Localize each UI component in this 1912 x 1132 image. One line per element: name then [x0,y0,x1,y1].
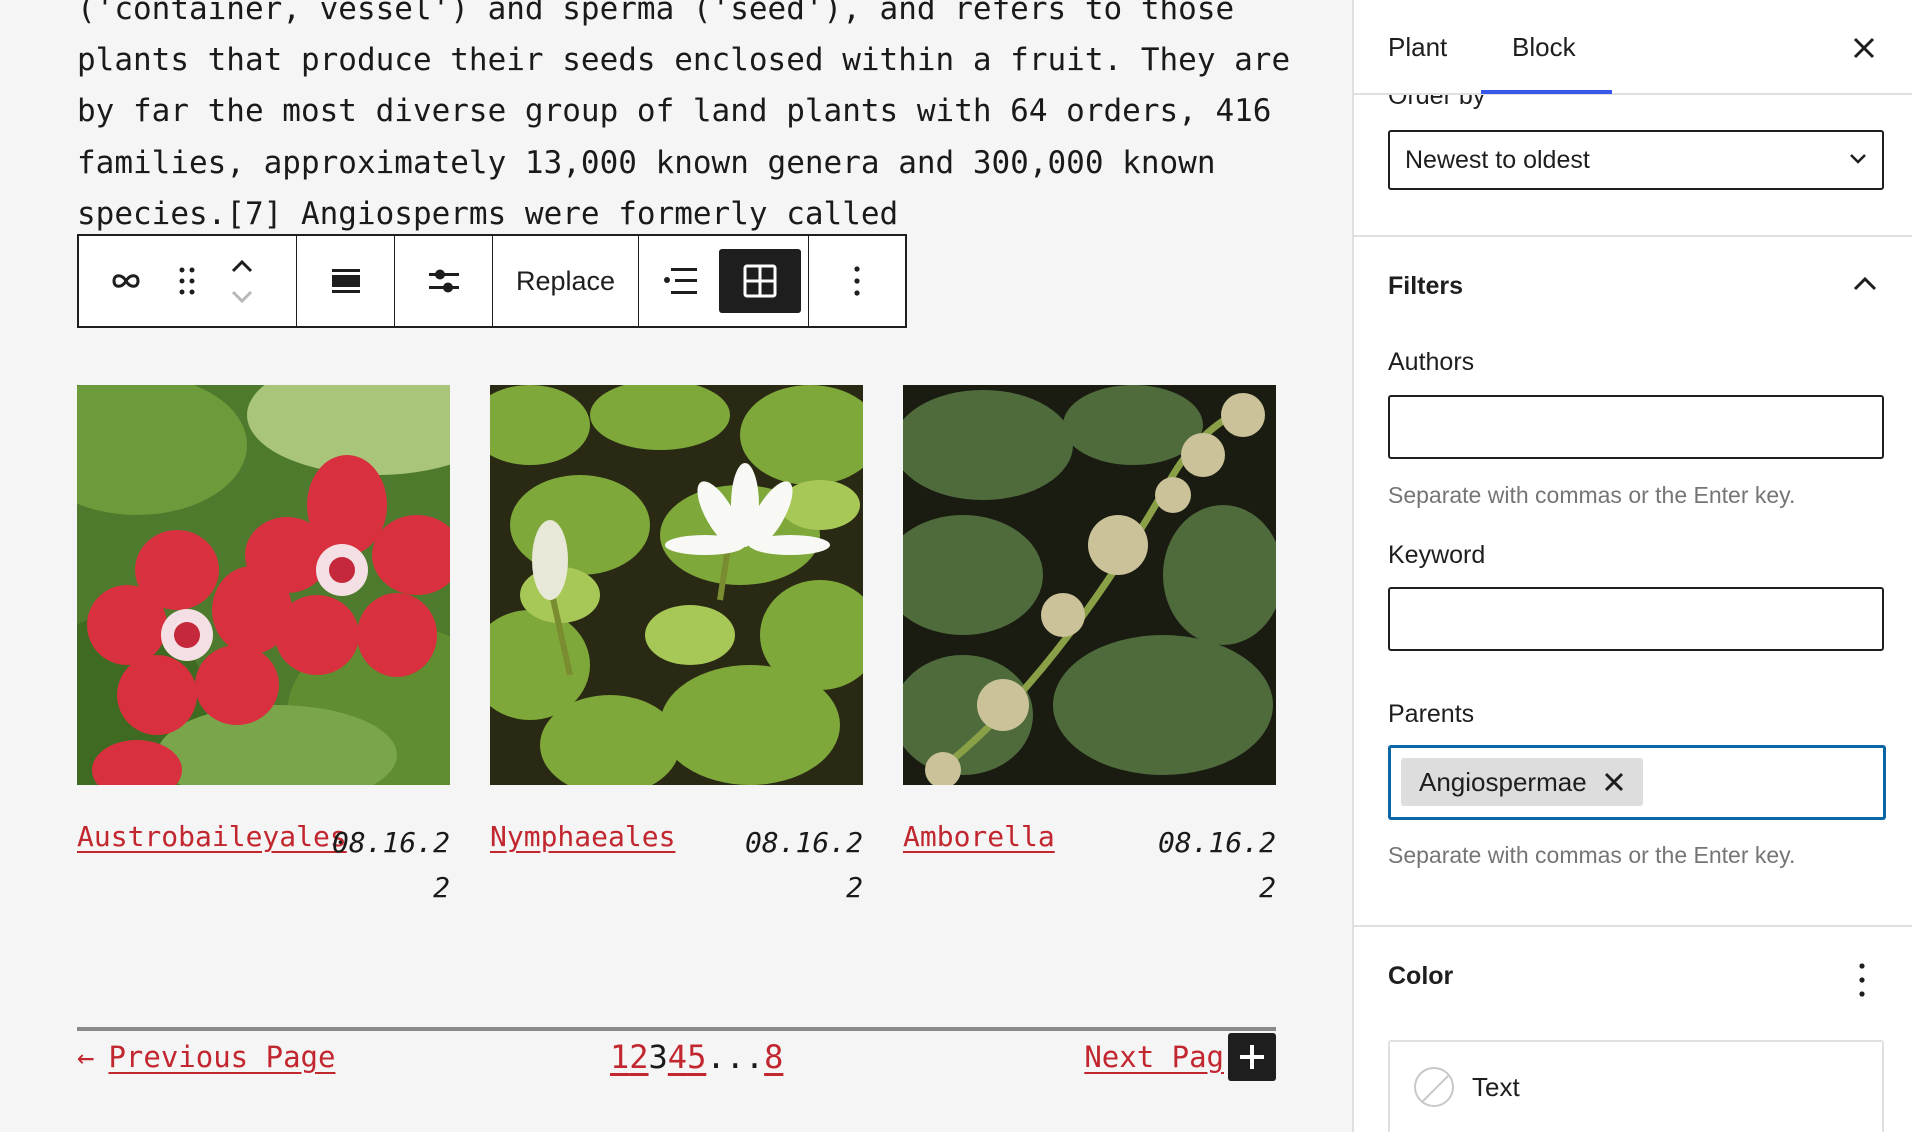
red-flowers-photo[interactable] [77,385,450,785]
tab-block[interactable]: Block [1512,32,1576,63]
display-settings [395,236,493,326]
link-icon [112,274,140,288]
replace-button[interactable]: Replace [516,236,615,326]
add-block-button[interactable] [1228,1033,1276,1081]
keyword-input[interactable] [1388,587,1884,651]
text-color-button[interactable]: Text [1390,1042,1882,1132]
post-date: 08.16.22 [331,826,450,904]
order-by-value: Newest to oldest [1405,145,1590,174]
parent-token-label: Angiospermae [1419,766,1587,797]
post-meta: Amborella 08.16.22 [903,820,1276,910]
chevron-up-icon[interactable] [1852,276,1878,292]
select-parent-button[interactable] [97,236,157,326]
drag-handle-button[interactable] [157,236,217,326]
active-tab-indicator [1481,90,1612,94]
block-toolbar: Replace [77,234,907,328]
align-wide-icon [331,269,360,293]
close-icon [1853,37,1875,59]
section-divider [1354,235,1912,237]
align-controls [297,236,395,326]
current-page-number: 3 [648,1038,668,1076]
order-by-select[interactable]: Newest to oldest [1388,130,1884,190]
arrow-left-icon: ← [77,1040,95,1074]
page-numbers: 1 2 3 4 5 ... 8 [610,1038,783,1076]
amborella-plant-photo[interactable] [903,385,1276,785]
close-sidebar-button[interactable] [1846,30,1882,66]
remove-token-button[interactable] [1603,771,1625,793]
section-divider [1354,925,1912,927]
sliders-icon [428,269,459,293]
parent-token: Angiospermae [1401,758,1643,806]
filters-title: Filters [1388,272,1464,300]
page-number-link[interactable]: 5 [687,1038,706,1076]
post-title-link[interactable]: Austrobaileyales [77,820,347,853]
empty-swatch-icon [1414,1067,1454,1107]
color-title: Color [1388,962,1454,990]
plus-icon [1240,1045,1264,1069]
post-card: Austrobaileyales 08.16.22 [77,385,450,910]
page-number-link[interactable]: 1 [610,1038,629,1076]
grid-view-icon [743,264,777,298]
display-settings-button[interactable] [427,236,461,326]
water-lily-photo[interactable] [490,385,863,785]
page-number-link[interactable]: 8 [764,1038,783,1076]
page-ellipsis: ... [706,1038,765,1076]
text-color-label: Text [1472,1071,1520,1102]
pagination: ← Previous Page 1 2 3 4 5 ... 8 Next Pag [77,1038,1276,1086]
previous-page-label: Previous Page [108,1040,336,1074]
post-title-link[interactable]: Nymphaeales [490,820,675,853]
layout-controls [639,236,809,326]
replace-label: Replace [515,265,616,296]
chevron-down-icon [1850,154,1866,164]
next-page-link[interactable]: Next Pag [1084,1040,1224,1074]
post-date: 08.16.22 [744,826,863,904]
color-panel: Text [1388,1040,1884,1132]
parents-token-field[interactable]: Angiospermae [1388,745,1886,820]
more-options-button[interactable] [827,236,887,326]
editor-canvas: ('container, vessel') and sperma ('seed'… [0,0,1352,1132]
more-vertical-icon [854,266,860,296]
tab-plant[interactable]: Plant [1388,32,1447,63]
list-view-button[interactable] [646,236,716,326]
more-controls [809,236,905,326]
chevron-down-icon[interactable] [229,288,255,304]
close-icon [1604,772,1623,792]
parents-label: Parents [1388,700,1475,728]
color-options-button[interactable] [1850,960,1874,1000]
replace-controls: Replace [493,236,639,326]
authors-help-text: Separate with commas or the Enter key. [1388,482,1796,508]
grid-view-button[interactable] [718,249,801,313]
list-view-icon [664,268,698,294]
previous-page-link[interactable]: ← Previous Page [77,1040,335,1074]
sidebar-header: Plant Block [1354,0,1912,95]
page-number-link[interactable]: 4 [668,1038,687,1076]
post-date: 08.16.22 [1157,826,1276,904]
move-buttons [217,236,267,326]
parents-help-text: Separate with commas or the Enter key. [1388,842,1796,868]
settings-sidebar: Order by Plant Block Newest to oldest Fi… [1352,0,1912,1132]
page-number-link[interactable]: 2 [629,1038,648,1076]
paragraph-block[interactable]: ('container, vessel') and sperma ('seed'… [77,0,1297,240]
keyword-label: Keyword [1388,541,1486,569]
align-button[interactable] [330,236,362,326]
authors-label: Authors [1388,348,1475,376]
authors-input[interactable] [1388,395,1884,459]
chevron-up-icon[interactable] [229,258,255,274]
post-card: Amborella 08.16.22 [903,385,1276,910]
post-title-link[interactable]: Amborella [903,820,1055,853]
drag-handle-icon [179,267,195,295]
more-vertical-icon [1859,963,1865,997]
post-meta: Austrobaileyales 08.16.22 [77,820,450,910]
parent-controls [79,236,297,326]
post-card: Nymphaeales 08.16.22 [490,385,863,910]
post-meta: Nymphaeales 08.16.22 [490,820,863,910]
pagination-divider [77,1027,1276,1031]
